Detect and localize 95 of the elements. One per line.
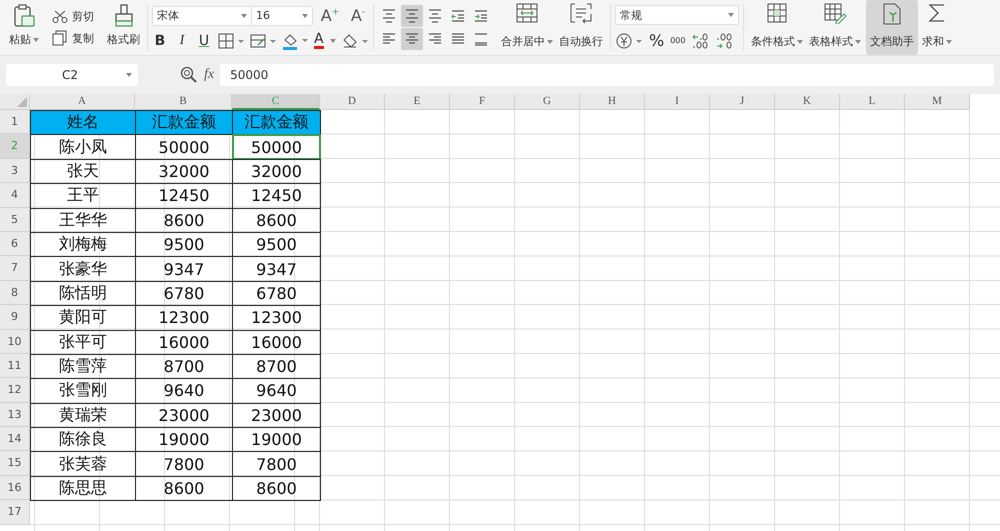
doc-assistant-button[interactable]: 文档助手 [866, 0, 918, 55]
table-style-button[interactable]: 表格样式 [806, 0, 864, 55]
document-wrench-icon [881, 2, 903, 26]
caret-icon [302, 14, 308, 18]
shrink-font-button[interactable]: A$^{-}$ [347, 6, 369, 25]
sum-button[interactable]: 求和 [918, 0, 956, 55]
caret-icon [728, 13, 734, 17]
row-header[interactable]: 9 [0, 305, 30, 330]
row-header[interactable]: 3 [0, 158, 30, 184]
column-header[interactable]: E [385, 94, 450, 110]
row-header[interactable]: 7 [0, 256, 30, 281]
caret-icon [33, 38, 39, 42]
row-header[interactable]: 13 [0, 402, 30, 428]
column-header[interactable]: L [840, 94, 905, 110]
caret-icon [241, 14, 247, 18]
row-header[interactable]: 1 [0, 110, 30, 134]
caret-icon [797, 40, 803, 44]
column-header[interactable]: G [515, 94, 580, 110]
column-header[interactable]: I [645, 94, 710, 110]
italic-button[interactable]: I [174, 32, 190, 48]
currency-icon [615, 32, 643, 50]
wrap-text-button[interactable]: 自动换行 [556, 0, 606, 55]
merge-center-button[interactable]: 合并居中 [498, 0, 556, 55]
eraser-icon [342, 32, 368, 48]
font-name-dropdown[interactable]: 宋体 [152, 6, 252, 26]
align-icon [473, 31, 489, 47]
copy-icon [52, 30, 68, 46]
column-header[interactable]: H [580, 94, 645, 110]
wrap-text-icon [569, 2, 593, 24]
column-header[interactable]: M [905, 94, 970, 110]
caret-icon [855, 40, 861, 44]
caret-icon [946, 40, 952, 44]
increase-decimal-icon [691, 32, 710, 50]
table-cell: 8600 [232, 476, 321, 502]
row-header[interactable]: 4 [0, 183, 30, 208]
table-cell: 陈思思 [30, 476, 136, 502]
font-size-dropdown[interactable]: 16 [251, 6, 313, 26]
row-header[interactable]: 14 [0, 427, 30, 452]
table-cell: 32000 [232, 158, 321, 184]
grid-icon [765, 2, 789, 24]
fill-bucket-icon [282, 32, 308, 50]
scissors-icon [52, 10, 68, 24]
name-box[interactable]: C2 [6, 64, 138, 86]
align-button[interactable] [401, 5, 423, 27]
column-header[interactable]: F [450, 94, 515, 110]
column-header[interactable]: A [30, 94, 135, 110]
row-header[interactable]: 17 [0, 500, 30, 525]
row-header[interactable]: 10 [0, 330, 30, 354]
align-button[interactable] [401, 28, 423, 50]
grow-font-button[interactable]: A$^{+}$ [319, 6, 341, 25]
copy-button[interactable]: 复制 [52, 30, 94, 46]
conditional-format-button[interactable]: 条件格式 [748, 0, 806, 55]
align-icon [381, 8, 397, 24]
font-color-button[interactable]: A [314, 32, 324, 49]
caret-icon [547, 40, 553, 44]
align-icon [404, 8, 420, 24]
clipboard-icon [13, 4, 35, 28]
underline-button[interactable]: U [196, 32, 212, 48]
triangle-icon [17, 97, 27, 107]
table-cell: 汇款金额 [135, 110, 233, 136]
column-header[interactable]: J [710, 94, 775, 110]
row-header[interactable]: 6 [0, 232, 30, 256]
decrease-decimal-icon [715, 32, 734, 50]
caret-icon [330, 38, 336, 42]
row-header[interactable]: 16 [0, 476, 30, 500]
row-header[interactable]: 8 [0, 280, 30, 306]
row-header[interactable]: 11 [0, 354, 30, 378]
percent-button[interactable]: % [649, 31, 664, 50]
cut-button[interactable]: 剪切 [52, 9, 94, 24]
merge-cells-icon [515, 2, 539, 24]
caret-icon [126, 73, 132, 77]
align-icon [473, 8, 489, 24]
format-painter-button[interactable]: 格式刷 [104, 2, 143, 53]
align-icon [450, 8, 466, 24]
cell-style-icon [250, 32, 276, 48]
sigma-icon [927, 2, 947, 24]
column-header[interactable]: D [320, 94, 385, 110]
function-button[interactable]: fx [204, 67, 214, 83]
row-header[interactable]: 5 [0, 208, 30, 232]
formula-input[interactable]: 50000 [220, 64, 994, 86]
table-cell: 汇款金额 [232, 110, 321, 136]
number-format-dropdown[interactable]: 常规 [615, 5, 739, 25]
zoom-icon[interactable] [180, 66, 198, 84]
border-grid-icon [218, 32, 244, 48]
paintbrush-icon [112, 4, 134, 28]
bold-button[interactable]: B [152, 32, 168, 48]
thousands-separator-button[interactable]: 000 [670, 36, 686, 45]
align-icon [427, 8, 443, 24]
table-cell: 50000 [232, 134, 321, 160]
row-header[interactable]: 12 [0, 378, 30, 403]
paste-button[interactable]: 粘贴 [6, 2, 42, 53]
column-header[interactable]: B [135, 94, 232, 110]
table-cell: 姓名 [30, 110, 136, 136]
row-header[interactable]: 15 [0, 451, 30, 476]
column-header[interactable]: K [775, 94, 840, 110]
